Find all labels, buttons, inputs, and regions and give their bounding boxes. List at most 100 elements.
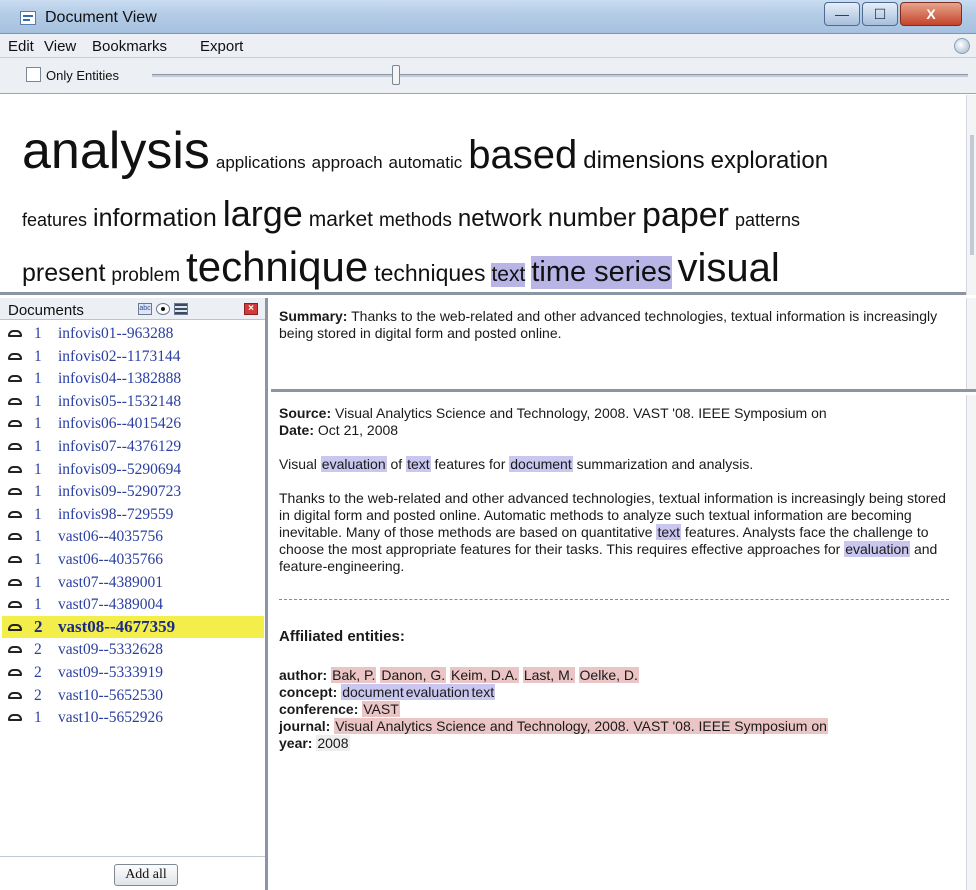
cloud-term[interactable]: automatic (389, 153, 463, 173)
app-icon (20, 11, 36, 25)
document-title: Visual evaluation of text features for d… (279, 456, 949, 473)
highlight-term[interactable]: text (406, 456, 431, 472)
document-count: 1 (34, 325, 42, 342)
cloud-term[interactable]: visual (678, 246, 780, 291)
entity-year[interactable]: 2008 (316, 735, 350, 751)
document-row[interactable]: 1 vast10--5652926 (2, 706, 264, 729)
document-count: 1 (34, 709, 42, 727)
cloud-term[interactable]: dimensions (583, 147, 704, 175)
close-panel-icon[interactable]: × (244, 303, 258, 315)
document-row[interactable]: 1 vast06--4035766 (2, 548, 264, 571)
summary-scrollbar[interactable] (966, 298, 976, 389)
document-name: infovis01--963288 (58, 325, 174, 342)
entity-concept[interactable]: text (470, 684, 496, 700)
entity-concept[interactable]: document (341, 684, 405, 700)
cloud-term[interactable]: techniques (374, 260, 485, 287)
cloud-term[interactable]: number (548, 202, 636, 233)
cloud-term[interactable]: patterns (735, 210, 800, 231)
cloud-term[interactable]: paper (642, 196, 729, 235)
document-row[interactable]: 2 vast09--5332628 (2, 638, 264, 661)
document-name: vast10--5652530 (58, 686, 164, 704)
only-entities-checkbox[interactable] (26, 67, 41, 82)
document-row[interactable]: 1 infovis07--4376129 (2, 435, 264, 458)
threshold-slider[interactable] (152, 74, 968, 77)
entity-concept[interactable]: evaluation (404, 684, 471, 700)
document-row[interactable]: 1 infovis06--4015426 (2, 412, 264, 435)
document-row[interactable]: 2 vast09--5333919 (2, 661, 264, 684)
list-icon[interactable] (174, 303, 188, 315)
cloud-term[interactable]: large (223, 193, 303, 235)
entity-author[interactable]: Last, M. (522, 667, 575, 683)
globe-icon[interactable] (954, 38, 970, 54)
maximize-button[interactable]: ☐ (862, 2, 898, 26)
minimize-button[interactable]: — (824, 2, 860, 26)
cloud-term[interactable]: present (22, 259, 105, 288)
detail-panel: Source: Visual Analytics Science and Tec… (271, 395, 976, 890)
highlight-term[interactable]: document (509, 456, 573, 472)
cloud-term[interactable]: approach (312, 153, 383, 173)
menu-export[interactable]: Export (200, 38, 243, 55)
cloud-term[interactable]: market (309, 208, 373, 232)
menu-edit[interactable]: Edit (8, 38, 34, 55)
entity-author[interactable]: Oelke, D. (578, 667, 639, 683)
document-icon (8, 465, 22, 473)
document-row[interactable]: 1 infovis02--1173144 (2, 345, 264, 368)
document-name: infovis02--1173144 (58, 347, 181, 365)
document-icon (8, 510, 22, 518)
document-name: infovis09--5290723 (58, 483, 182, 501)
highlight-term[interactable]: evaluation (320, 456, 387, 472)
entity-author[interactable]: Keim, D.A. (450, 667, 519, 683)
document-list: 1 infovis01--963288 1 infovis02--1173144 1 in… (2, 322, 264, 729)
document-row[interactable]: 1 infovis01--963288 (2, 322, 264, 345)
cloud-term[interactable]: problem (111, 265, 180, 287)
cloud-scroll-thumb[interactable] (970, 135, 974, 255)
entity-author[interactable]: Bak, P. (331, 667, 377, 683)
detail-scrollbar[interactable] (966, 395, 976, 890)
close-button[interactable]: X (900, 2, 962, 26)
cloud-term[interactable]: based (468, 133, 577, 178)
document-row[interactable]: 1 infovis98--729559 (2, 503, 264, 526)
document-row[interactable]: 1 infovis04--1382888 (2, 367, 264, 390)
cloud-term[interactable]: text (491, 263, 526, 287)
document-row[interactable]: 2 vast08--4677359 (2, 615, 264, 639)
cloud-term[interactable]: technique (186, 243, 368, 291)
document-count: 1 (34, 596, 42, 614)
dashed-divider (279, 599, 949, 600)
cloud-term[interactable]: methods (379, 210, 452, 232)
cloud-term[interactable]: analysis (22, 121, 210, 181)
cloud-line-2: features information large market methods net… (22, 193, 806, 235)
menu-bookmarks[interactable]: Bookmarks (92, 38, 167, 55)
highlight-term[interactable]: text (656, 524, 682, 540)
menu-bar: Edit View Bookmarks Export (0, 34, 976, 58)
date-line: Date: Oct 21, 2008 (279, 422, 949, 439)
cloud-term[interactable]: network (458, 205, 542, 233)
add-all-button[interactable]: Add all (114, 864, 178, 886)
cloud-term[interactable]: features (22, 210, 87, 231)
slider-thumb[interactable] (392, 65, 400, 85)
document-icon (8, 668, 22, 676)
document-row[interactable]: 2 vast10--5652530 (2, 684, 264, 707)
toolbar: Only Entities (0, 58, 976, 94)
cloud-term[interactable]: information (93, 204, 217, 233)
document-name: vast07--4389004 (58, 596, 164, 614)
cloud-scrollbar[interactable] (966, 95, 976, 295)
cloud-term[interactable]: exploration (711, 147, 828, 175)
cloud-term[interactable]: applications (216, 153, 306, 173)
document-icon (8, 420, 22, 428)
document-row[interactable]: 1 vast07--4389001 (2, 571, 264, 594)
menu-view[interactable]: View (44, 38, 76, 55)
abc-sort-icon[interactable]: abc (138, 303, 152, 315)
document-icon (8, 714, 22, 722)
cloud-term[interactable]: time series (531, 256, 672, 289)
eye-icon[interactable] (156, 303, 170, 315)
document-row[interactable]: 1 infovis09--5290723 (2, 480, 264, 503)
document-row[interactable]: 1 vast06--4035756 (2, 525, 264, 548)
document-row[interactable]: 1 infovis09--5290694 (2, 458, 264, 481)
year-line: year: 2008 (279, 735, 949, 752)
document-row[interactable]: 1 infovis05--1532148 (2, 390, 264, 413)
entity-author[interactable]: Danon, G. (380, 667, 447, 683)
highlight-term[interactable]: evaluation (844, 541, 911, 557)
document-row[interactable]: 1 vast07--4389004 (2, 593, 264, 616)
entity-journal[interactable]: Visual Analytics Science and Technology,… (334, 718, 828, 734)
entity-conference[interactable]: VAST (362, 701, 400, 717)
